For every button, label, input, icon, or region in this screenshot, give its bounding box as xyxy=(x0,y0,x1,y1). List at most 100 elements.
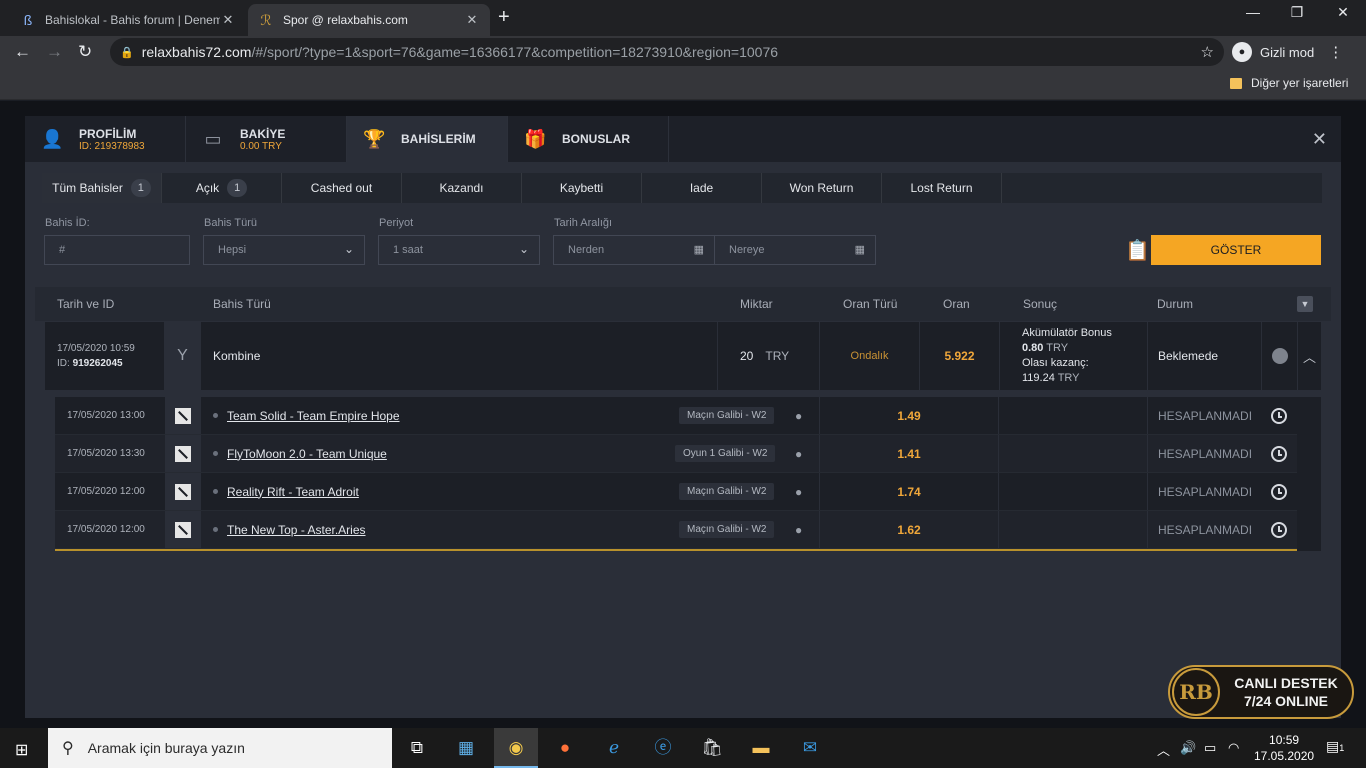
subtab-refund[interactable]: Iade xyxy=(642,173,762,203)
ie-icon[interactable]: ℯ xyxy=(602,736,626,760)
bet-currency: TRY xyxy=(765,349,790,363)
potential-amount: 119.24 xyxy=(1022,372,1055,384)
info-icon[interactable]: ● xyxy=(795,397,802,434)
collapse-all-icon[interactable]: ▼ xyxy=(1297,296,1313,312)
firefox-icon[interactable]: ● xyxy=(553,736,577,760)
chrome-icon[interactable]: ◉ xyxy=(504,736,528,760)
bet-row-kombine[interactable]: 17/05/2020 10:59 ID: 919262045 Y Kombine… xyxy=(45,322,1321,390)
odds-type: Ondalık xyxy=(820,322,920,390)
new-tab-button[interactable]: + xyxy=(498,6,510,29)
mail-icon[interactable]: ✉ xyxy=(798,736,822,760)
tab-title: Bahislokal - Bahis forum | Denem xyxy=(45,13,220,27)
browser-tab-bahislokal[interactable]: ß Bahislokal - Bahis forum | Denem ✕ xyxy=(10,4,246,36)
chevron-up-icon[interactable]: ︿ xyxy=(1298,322,1321,390)
other-bookmarks[interactable]: Diğer yer işaretleri xyxy=(1230,76,1348,90)
selections-underline xyxy=(55,549,1297,551)
selection-event-link[interactable]: Reality Rift - Team Adroit xyxy=(227,485,359,499)
subtab-won-return[interactable]: Won Return xyxy=(762,173,882,203)
col-odds-type: Oran Türü xyxy=(843,297,898,311)
windows-start-icon[interactable]: ⊞ xyxy=(15,740,28,760)
incognito-indicator[interactable]: ● Gizli mod ⋮ xyxy=(1232,39,1343,65)
selection-status: HESAPLANMADI xyxy=(1147,397,1257,434)
restore-icon[interactable]: ❐ xyxy=(1274,4,1320,21)
selection-market: Maçın Galibi - W2 xyxy=(679,521,775,538)
user-icon: 👤 xyxy=(41,129,64,149)
bonus-amount: 0.80 xyxy=(1022,342,1044,354)
clipboard-icon[interactable]: 📋 xyxy=(1125,239,1150,263)
period-select[interactable]: 1 saat ⌄ xyxy=(378,235,540,265)
bet-type-value: Hepsi xyxy=(218,244,247,256)
edge-icon[interactable]: ⓔ xyxy=(651,736,675,760)
notification-count: 1 xyxy=(1339,743,1345,753)
subtab-all-bets[interactable]: Tüm Bahisler 1 xyxy=(42,173,162,203)
calendar-icon[interactable]: ▦ xyxy=(694,243,704,256)
subtab-lost-return[interactable]: Lost Return xyxy=(882,173,1002,203)
taskbar-clock[interactable]: 10:59 17.05.2020 xyxy=(1254,732,1314,764)
subtab-lost[interactable]: Kaybetti xyxy=(522,173,642,203)
task-view-icon[interactable]: ⧉ xyxy=(405,736,429,760)
subtab-cashed-out[interactable]: Cashed out xyxy=(282,173,402,203)
close-window-icon[interactable]: ✕ xyxy=(1320,4,1366,21)
selection-market: Maçın Galibi - W2 xyxy=(679,483,775,500)
volume-icon[interactable]: 🔊 xyxy=(1180,740,1196,756)
col-date-id: Tarih ve ID xyxy=(57,297,115,311)
bookmark-star-icon[interactable]: ☆ xyxy=(1201,43,1214,61)
back-icon[interactable]: ← xyxy=(14,42,31,62)
tab-label: BAKİYE xyxy=(240,126,286,141)
date-from-input[interactable]: Nerden ▦ xyxy=(553,235,715,265)
windows-taskbar: ⊞ ⚲ Aramak için buraya yazın ⧉ ▦ ◉ ● ℯ ⓔ… xyxy=(0,728,1366,768)
tab-balance[interactable]: ▭ BAKİYE 0.00 TRY xyxy=(186,116,347,162)
tab-my-bets[interactable]: 🏆 BAHİSLERİM xyxy=(347,116,508,162)
info-icon[interactable]: ● xyxy=(795,435,802,472)
tab-label: BONUSLAR xyxy=(562,132,630,146)
wifi-icon[interactable]: ◠ xyxy=(1228,740,1239,756)
subtab-label: Iade xyxy=(689,181,714,195)
bet-filter-tabs: Tüm Bahisler 1 Açık 1 Cashed out Kazandı… xyxy=(42,173,1322,203)
taskbar-search[interactable]: ⚲ Aramak için buraya yazın xyxy=(48,728,392,768)
battery-icon[interactable]: ▭ xyxy=(1204,740,1216,756)
store-app-icon[interactable]: ▦ xyxy=(454,736,478,760)
selection-date: 17/05/2020 13:30 xyxy=(67,448,145,459)
subtab-label: Won Return xyxy=(789,181,854,195)
minimize-icon[interactable]: — xyxy=(1230,4,1276,20)
notifications-icon[interactable]: ▤1 xyxy=(1326,738,1344,755)
selection-event-link[interactable]: Team Solid - Team Empire Hope xyxy=(227,409,400,423)
info-icon[interactable]: ● xyxy=(795,511,802,548)
selection-event-link[interactable]: The New Top - Aster.Aries xyxy=(227,523,366,537)
file-explorer-icon[interactable]: ▬ xyxy=(749,736,773,760)
bet-id-input[interactable]: # xyxy=(44,235,190,265)
tab-profile[interactable]: 👤 PROFİLİM ID: 219378983 xyxy=(25,116,186,162)
reload-icon[interactable]: ↻ xyxy=(78,42,92,62)
selection-row: 17/05/2020 13:00 Team Solid - Team Empir… xyxy=(55,397,1297,435)
bullet-icon xyxy=(213,451,218,456)
ms-store-icon[interactable]: 🛍 xyxy=(700,736,724,760)
tab-bonuses[interactable]: 🎁 BONUSLAR xyxy=(508,116,669,162)
tray-chevron-icon[interactable]: ︿ xyxy=(1157,740,1170,759)
close-modal-icon[interactable]: ✕ xyxy=(1312,129,1327,150)
bet-selections: 17/05/2020 13:00 Team Solid - Team Empir… xyxy=(55,397,1321,551)
live-support-button[interactable]: RB CANLI DESTEK 7/24 ONLINE xyxy=(1168,665,1354,719)
subtab-label: Lost Return xyxy=(910,181,973,195)
menu-icon[interactable]: ⋮ xyxy=(1328,43,1343,61)
search-placeholder: Aramak için buraya yazın xyxy=(87,740,245,756)
browser-tab-strip: ß Bahislokal - Bahis forum | Denem ✕ ℛ S… xyxy=(0,0,1366,36)
browser-tab-relaxbahis[interactable]: ℛ Spor @ relaxbahis.com ✕ xyxy=(248,4,490,36)
col-result: Sonuç xyxy=(1023,297,1058,311)
incognito-label: Gizli mod xyxy=(1260,44,1315,60)
subtab-won[interactable]: Kazandı xyxy=(402,173,522,203)
tab-label: PROFİLİM xyxy=(79,126,137,141)
info-icon[interactable]: ● xyxy=(795,473,802,510)
url-bar[interactable]: 🔒 relaxbahis72.com /#/sport/?type=1&spor… xyxy=(110,38,1224,66)
bet-type-select[interactable]: Hepsi ⌄ xyxy=(203,235,365,265)
calendar-icon[interactable]: ▦ xyxy=(855,243,865,256)
show-button[interactable]: GÖSTER xyxy=(1151,235,1321,265)
date-to-input[interactable]: Nereye ▦ xyxy=(714,235,876,265)
forward-icon[interactable]: → xyxy=(46,42,63,62)
tab-sub: ID: 219378983 xyxy=(79,140,145,152)
bullet-icon xyxy=(213,489,218,494)
bets-table-header: Tarih ve ID Bahis Türü Miktar Oran Türü … xyxy=(35,287,1331,321)
subtab-open[interactable]: Açık 1 xyxy=(162,173,282,203)
close-tab-icon[interactable]: ✕ xyxy=(220,12,236,28)
selection-event-link[interactable]: FlyToMoon 2.0 - Team Unique xyxy=(227,447,387,461)
close-tab-icon[interactable]: ✕ xyxy=(464,12,480,28)
